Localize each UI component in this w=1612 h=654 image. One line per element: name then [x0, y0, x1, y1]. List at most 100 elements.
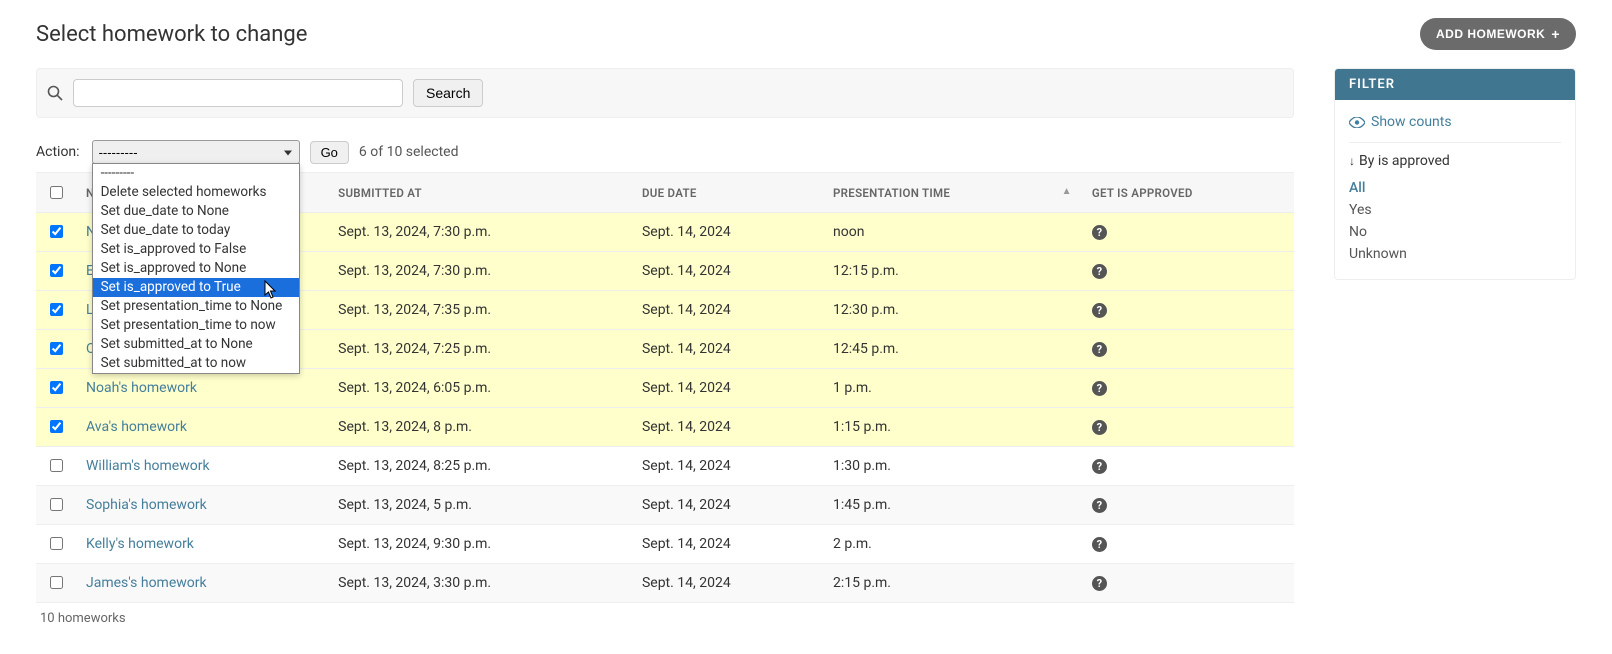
search-bar: Search: [36, 68, 1294, 118]
add-homework-label: ADD HOMEWORK: [1436, 27, 1545, 41]
cell-due-date: Sept. 14, 2024: [632, 447, 823, 486]
action-option[interactable]: Set presentation_time to None: [93, 297, 299, 316]
col-get-is-approved[interactable]: GET IS APPROVED: [1082, 173, 1294, 213]
table-row: Sophia's homework Sept. 13, 2024, 5 p.m.S…: [36, 486, 1294, 525]
cell-due-date: Sept. 14, 2024: [632, 408, 823, 447]
plus-icon: +: [1551, 26, 1560, 42]
select-all-checkbox[interactable]: [50, 186, 63, 199]
cell-submitted-at: Sept. 13, 2024, 9:30 p.m.: [328, 525, 632, 564]
filter-header: FILTER: [1335, 69, 1575, 100]
page-title: Select homework to change: [36, 22, 307, 47]
row-select-checkbox[interactable]: [50, 537, 63, 550]
row-select-checkbox[interactable]: [50, 420, 63, 433]
search-button[interactable]: Search: [413, 79, 483, 107]
action-option[interactable]: Delete selected homeworks: [93, 183, 299, 202]
question-icon: ?: [1092, 459, 1107, 474]
cell-submitted-at: Sept. 13, 2024, 5 p.m.: [328, 486, 632, 525]
cell-due-date: Sept. 14, 2024: [632, 213, 823, 252]
select-all-header: [36, 173, 76, 213]
cell-presentation-time: 2:15 p.m.: [823, 564, 1082, 603]
action-option[interactable]: ---------: [93, 164, 299, 183]
action-select[interactable]: [92, 140, 300, 164]
question-icon: ?: [1092, 537, 1107, 552]
cell-get-is-approved: ?: [1082, 486, 1294, 525]
cell-presentation-time: 12:15 p.m.: [823, 252, 1082, 291]
homework-link[interactable]: James's homework: [86, 575, 207, 591]
action-option[interactable]: Set is_approved to None: [93, 259, 299, 278]
cell-due-date: Sept. 14, 2024: [632, 252, 823, 291]
action-option[interactable]: Set due_date to None: [93, 202, 299, 221]
filter-group-label: By is approved: [1359, 153, 1450, 169]
homework-link[interactable]: Ava's homework: [86, 419, 187, 435]
col-due-date[interactable]: DUE DATE: [632, 173, 823, 213]
filter-option[interactable]: Unknown: [1349, 243, 1561, 265]
question-icon: ?: [1092, 576, 1107, 591]
cell-presentation-time: 1:45 p.m.: [823, 486, 1082, 525]
row-select-checkbox[interactable]: [50, 459, 63, 472]
row-select-checkbox[interactable]: [50, 264, 63, 277]
cell-due-date: Sept. 14, 2024: [632, 525, 823, 564]
action-row: Action: ---------Delete selected homewor…: [36, 140, 1294, 164]
cell-get-is-approved: ?: [1082, 291, 1294, 330]
cell-submitted-at: Sept. 13, 2024, 8:25 p.m.: [328, 447, 632, 486]
cell-due-date: Sept. 14, 2024: [632, 486, 823, 525]
homework-link[interactable]: William's homework: [86, 458, 210, 474]
col-presentation-time-label: PRESENTATION TIME: [833, 186, 950, 200]
go-button[interactable]: Go: [310, 141, 349, 164]
cell-due-date: Sept. 14, 2024: [632, 330, 823, 369]
action-option[interactable]: Set due_date to today: [93, 221, 299, 240]
cell-presentation-time: 12:45 p.m.: [823, 330, 1082, 369]
selection-count: 6 of 10 selected: [359, 144, 459, 160]
paginator: 10 homeworks: [36, 603, 1294, 634]
search-input[interactable]: [73, 79, 403, 107]
show-counts-link[interactable]: Show counts: [1349, 110, 1561, 143]
filter-option[interactable]: Yes: [1349, 199, 1561, 221]
filter-group-title: ↓ By is approved: [1349, 153, 1561, 169]
cell-get-is-approved: ?: [1082, 330, 1294, 369]
homework-link[interactable]: Sophia's homework: [86, 497, 207, 513]
filter-option[interactable]: All: [1349, 177, 1561, 199]
action-select-wrap: ---------Delete selected homeworksSet du…: [92, 140, 300, 164]
action-option[interactable]: Set submitted_at to now: [93, 354, 299, 373]
cell-due-date: Sept. 14, 2024: [632, 564, 823, 603]
cell-get-is-approved: ?: [1082, 369, 1294, 408]
add-homework-button[interactable]: ADD HOMEWORK +: [1420, 18, 1576, 50]
action-option[interactable]: Set is_approved to True: [93, 278, 299, 297]
col-presentation-time[interactable]: PRESENTATION TIME ▲: [823, 173, 1082, 213]
table-row: Noah's homework Sept. 13, 2024, 6:05 p.m.…: [36, 369, 1294, 408]
cell-due-date: Sept. 14, 2024: [632, 291, 823, 330]
question-icon: ?: [1092, 225, 1107, 240]
cell-submitted-at: Sept. 13, 2024, 7:30 p.m.: [328, 252, 632, 291]
sort-asc-icon: ▲: [1062, 186, 1072, 197]
cell-get-is-approved: ?: [1082, 564, 1294, 603]
action-option[interactable]: Set submitted_at to None: [93, 335, 299, 354]
action-dropdown[interactable]: ---------Delete selected homeworksSet du…: [92, 163, 300, 374]
filter-panel: FILTER Show counts ↓ By is approved AllY…: [1334, 68, 1576, 280]
arrow-down-icon: ↓: [1349, 154, 1355, 168]
row-select-checkbox[interactable]: [50, 576, 63, 589]
question-icon: ?: [1092, 420, 1107, 435]
question-icon: ?: [1092, 264, 1107, 279]
row-select-checkbox[interactable]: [50, 498, 63, 511]
cell-presentation-time: 1:15 p.m.: [823, 408, 1082, 447]
cell-get-is-approved: ?: [1082, 408, 1294, 447]
action-option[interactable]: Set is_approved to False: [93, 240, 299, 259]
row-select-checkbox[interactable]: [50, 225, 63, 238]
table-row: Ava's homework Sept. 13, 2024, 8 p.m.Sept…: [36, 408, 1294, 447]
action-option[interactable]: Set presentation_time to now: [93, 316, 299, 335]
homework-link[interactable]: Noah's homework: [86, 380, 197, 396]
question-icon: ?: [1092, 381, 1107, 396]
cell-submitted-at: Sept. 13, 2024, 7:25 p.m.: [328, 330, 632, 369]
row-select-checkbox[interactable]: [50, 342, 63, 355]
action-label: Action:: [36, 144, 80, 160]
cell-get-is-approved: ?: [1082, 525, 1294, 564]
cell-get-is-approved: ?: [1082, 213, 1294, 252]
filter-option[interactable]: No: [1349, 221, 1561, 243]
row-select-checkbox[interactable]: [50, 303, 63, 316]
col-submitted-at[interactable]: SUBMITTED AT: [328, 173, 632, 213]
cell-submitted-at: Sept. 13, 2024, 8 p.m.: [328, 408, 632, 447]
homework-link[interactable]: Kelly's homework: [86, 536, 194, 552]
row-select-checkbox[interactable]: [50, 381, 63, 394]
cell-submitted-at: Sept. 13, 2024, 6:05 p.m.: [328, 369, 632, 408]
table-row: Kelly's homework Sept. 13, 2024, 9:30 p.m…: [36, 525, 1294, 564]
